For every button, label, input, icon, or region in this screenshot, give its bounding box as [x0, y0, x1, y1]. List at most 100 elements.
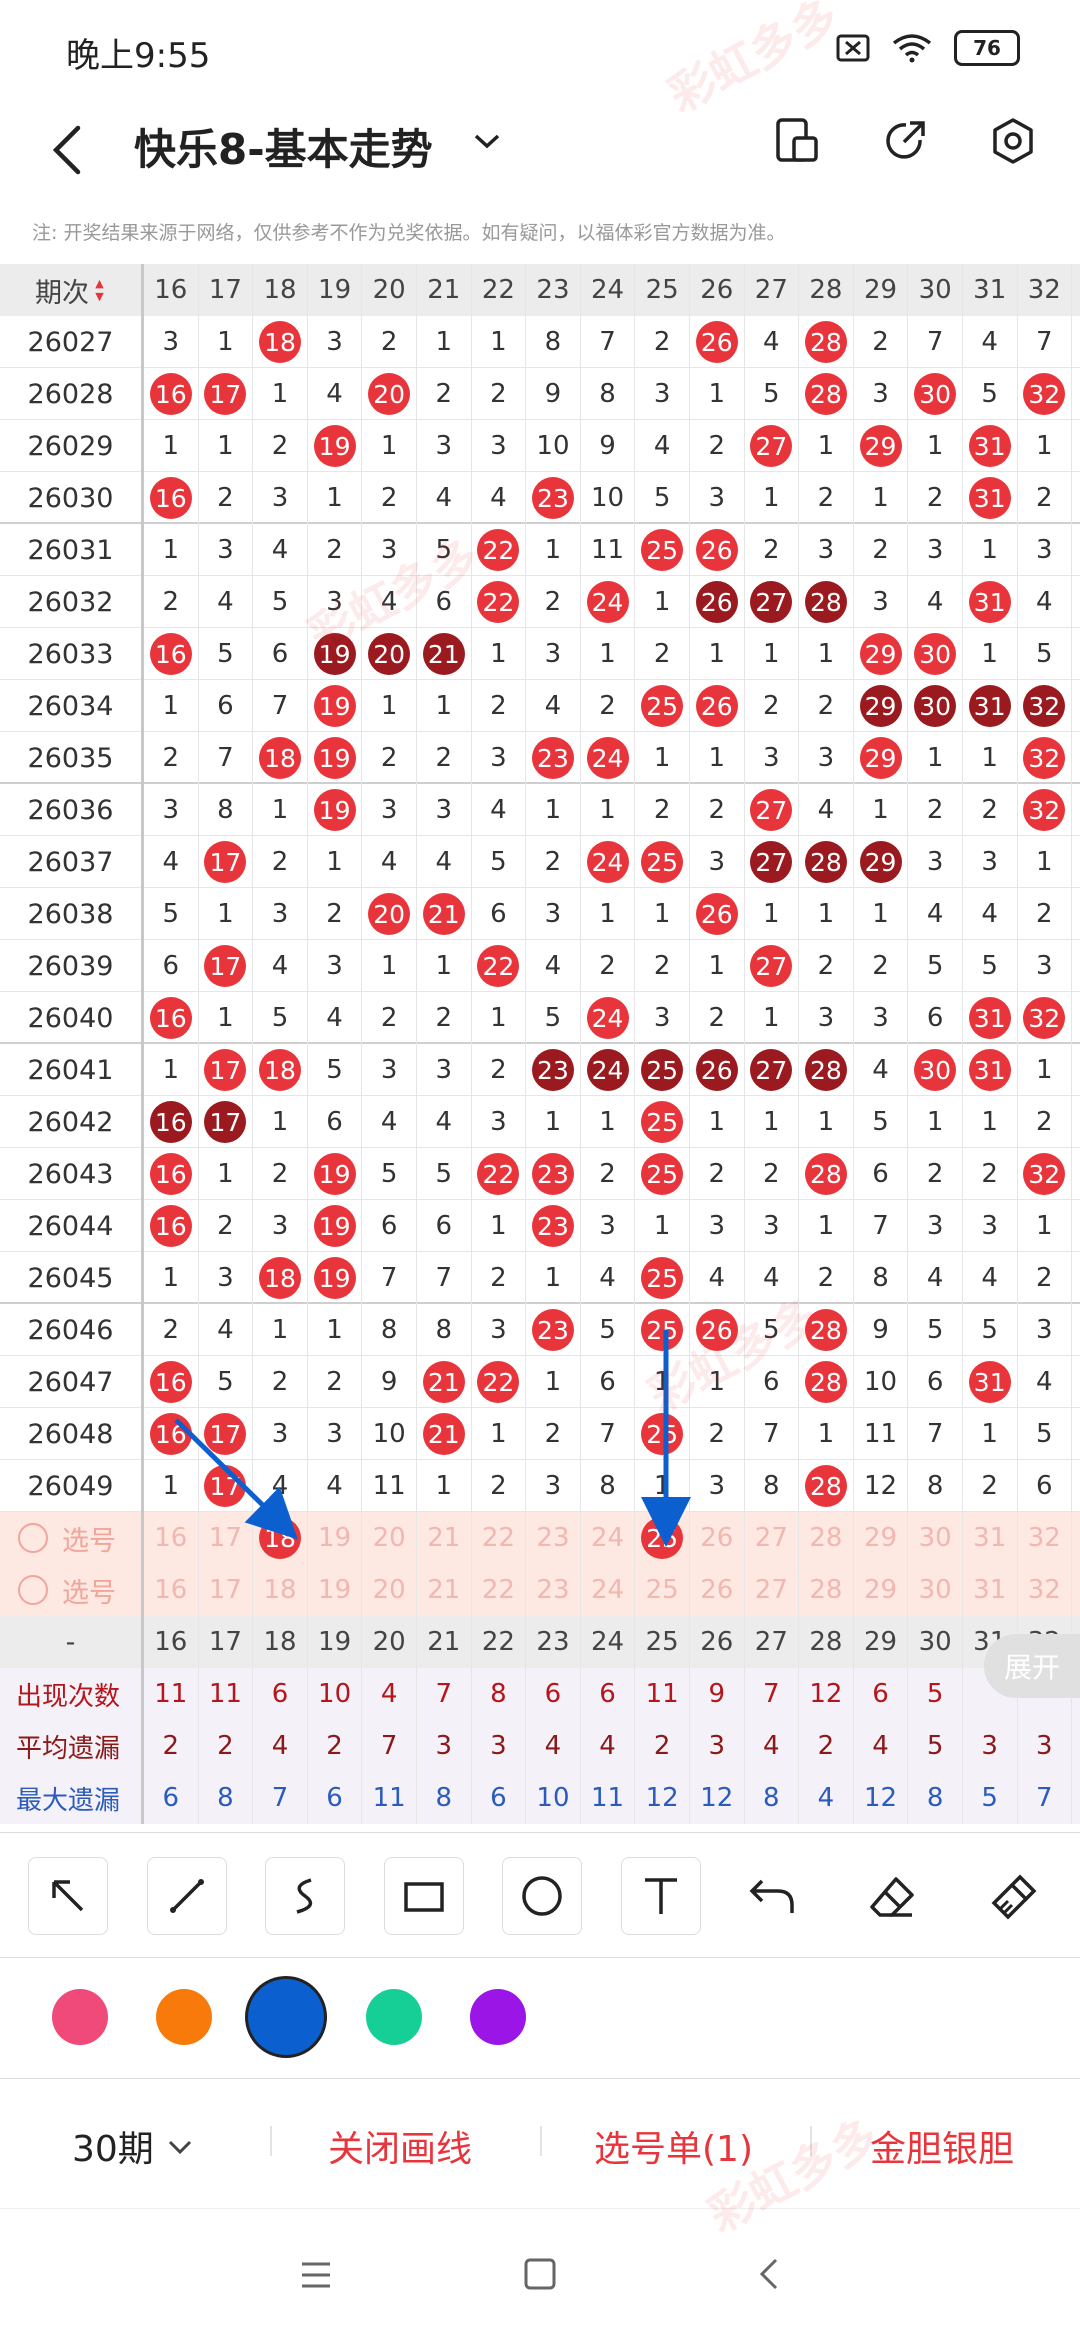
page-title[interactable]: 快乐8-基本走势	[134, 116, 433, 177]
home-icon[interactable]	[522, 2256, 558, 2292]
select-number[interactable]: 19	[308, 1564, 363, 1616]
text-tool-button[interactable]	[621, 1857, 701, 1935]
number-cell: 3	[526, 628, 581, 680]
select-number[interactable]: 24	[581, 1512, 636, 1564]
select-label[interactable]: 选号	[0, 1512, 144, 1564]
period-selector[interactable]: 30期	[72, 2120, 196, 2172]
period-header[interactable]: 期次 ▲▼	[0, 264, 144, 316]
select-number[interactable]: 23	[526, 1564, 581, 1616]
select-number[interactable]: 22	[472, 1564, 527, 1616]
number-cell: 28	[799, 1044, 854, 1096]
gold-silver-button[interactable]: 金胆银胆	[870, 2120, 1014, 2172]
select-number[interactable]: 30	[908, 1512, 963, 1564]
select-number[interactable]: 20	[362, 1512, 417, 1564]
select-number[interactable]: 25	[635, 1564, 690, 1616]
color-swatch[interactable]	[52, 1989, 108, 2045]
select-number[interactable]: 17	[199, 1512, 254, 1564]
hit-ball: 30	[914, 373, 957, 415]
rect-tool-button[interactable]	[384, 1857, 464, 1935]
number-cell: 4	[308, 368, 363, 420]
period-cell: 26034	[0, 680, 144, 732]
number-cell: 3	[1018, 1304, 1073, 1356]
select-number[interactable]: 18	[253, 1512, 308, 1564]
number-cell: 3	[199, 1252, 254, 1304]
device-switch-icon[interactable]	[772, 116, 822, 166]
radio-circle-icon[interactable]	[18, 1523, 48, 1553]
color-swatch[interactable]	[366, 1989, 422, 2045]
eraser-button[interactable]	[868, 1873, 916, 1925]
table-row: 26045 1 3 18 19 7 7 2 1 4 25 4 4 2 8 4 4 2	[0, 1252, 1080, 1304]
stats-value: 2	[635, 1720, 690, 1772]
number-cell: 23	[526, 1044, 581, 1096]
trend-table[interactable]: 期次 ▲▼ 16 17 18 19 20 21 22 23 24 25 26 27 28 29 30 31 32 26…	[0, 264, 1080, 1832]
table-row: 26040 16 1 5 4 2 2 1 5 24 3 2 1 3 3 6 31 32	[0, 992, 1080, 1044]
number-cell: 4	[1018, 576, 1073, 628]
number-cell: 2	[799, 680, 854, 732]
color-swatch[interactable]	[156, 1989, 212, 2045]
select-number[interactable]: 27	[745, 1564, 800, 1616]
select-number[interactable]: 28	[799, 1512, 854, 1564]
number-cell: 1	[908, 420, 963, 472]
undo-button[interactable]	[748, 1875, 796, 1923]
select-number[interactable]: 25	[635, 1512, 690, 1564]
circle-tool-button[interactable]	[502, 1857, 582, 1935]
select-number[interactable]: 32	[1018, 1564, 1073, 1616]
number-cell: 3	[526, 888, 581, 940]
select-number[interactable]: 31	[963, 1512, 1018, 1564]
radio-circle-icon[interactable]	[18, 1575, 48, 1605]
select-number[interactable]: 16	[144, 1564, 199, 1616]
back-arrow-icon[interactable]	[48, 122, 88, 178]
arrow-tool-button[interactable]	[28, 1857, 108, 1935]
select-number[interactable]: 23	[526, 1512, 581, 1564]
number-cell: 4	[963, 888, 1018, 940]
color-swatch[interactable]	[470, 1989, 526, 2045]
settings-icon[interactable]	[988, 116, 1038, 166]
hit-ball: 17	[204, 945, 247, 987]
line-tool-button[interactable]	[147, 1857, 227, 1935]
number-cell: 24	[581, 576, 636, 628]
hit-ball: 27	[750, 841, 793, 883]
column-header: 18	[253, 1616, 308, 1668]
chevron-down-icon[interactable]	[470, 124, 504, 158]
close-drawing-button[interactable]: 关闭画线	[328, 2120, 472, 2172]
curve-tool-button[interactable]	[265, 1857, 345, 1935]
select-number[interactable]: 26	[690, 1512, 745, 1564]
share-icon[interactable]	[880, 116, 930, 166]
select-number[interactable]: 29	[854, 1564, 909, 1616]
select-number[interactable]: 18	[253, 1564, 308, 1616]
select-number[interactable]: 30	[908, 1564, 963, 1616]
select-number[interactable]: 21	[417, 1512, 472, 1564]
stats-value: 2	[799, 1720, 854, 1772]
select-number[interactable]: 28	[799, 1564, 854, 1616]
select-number[interactable]: 26	[690, 1564, 745, 1616]
selection-list-button[interactable]: 选号单(1)	[594, 2120, 753, 2172]
number-cell: 2	[417, 732, 472, 784]
back-icon[interactable]	[754, 2256, 782, 2292]
select-number[interactable]: 29	[854, 1512, 909, 1564]
select-number[interactable]: 20	[362, 1564, 417, 1616]
select-number[interactable]: 22	[472, 1512, 527, 1564]
number-cell: 18	[253, 732, 308, 784]
number-cell: 4	[963, 316, 1018, 368]
select-number[interactable]: 27	[745, 1512, 800, 1564]
select-number[interactable]: 19	[308, 1512, 363, 1564]
expand-button[interactable]: 展开	[984, 1634, 1080, 1698]
select-number[interactable]: 21	[417, 1564, 472, 1616]
color-swatch[interactable]	[248, 1979, 324, 2055]
select-label[interactable]: 选号	[0, 1564, 144, 1616]
number-cell: 21	[417, 628, 472, 680]
number-cell: 1	[799, 420, 854, 472]
select-number[interactable]: 17	[199, 1564, 254, 1616]
select-number[interactable]: 24	[581, 1564, 636, 1616]
hit-ball: 17	[204, 373, 247, 415]
select-number[interactable]: 32	[1018, 1512, 1073, 1564]
menu-icon[interactable]	[298, 2260, 334, 2290]
number-cell: 3	[144, 316, 199, 368]
select-number[interactable]: 16	[144, 1512, 199, 1564]
select-number[interactable]: 31	[963, 1564, 1018, 1616]
clear-button[interactable]	[990, 1873, 1038, 1925]
number-cell: 10	[854, 1356, 909, 1408]
selected-ball[interactable]: 18	[258, 1517, 301, 1559]
selected-ball[interactable]: 25	[641, 1517, 684, 1559]
number-cell: 28	[799, 1356, 854, 1408]
